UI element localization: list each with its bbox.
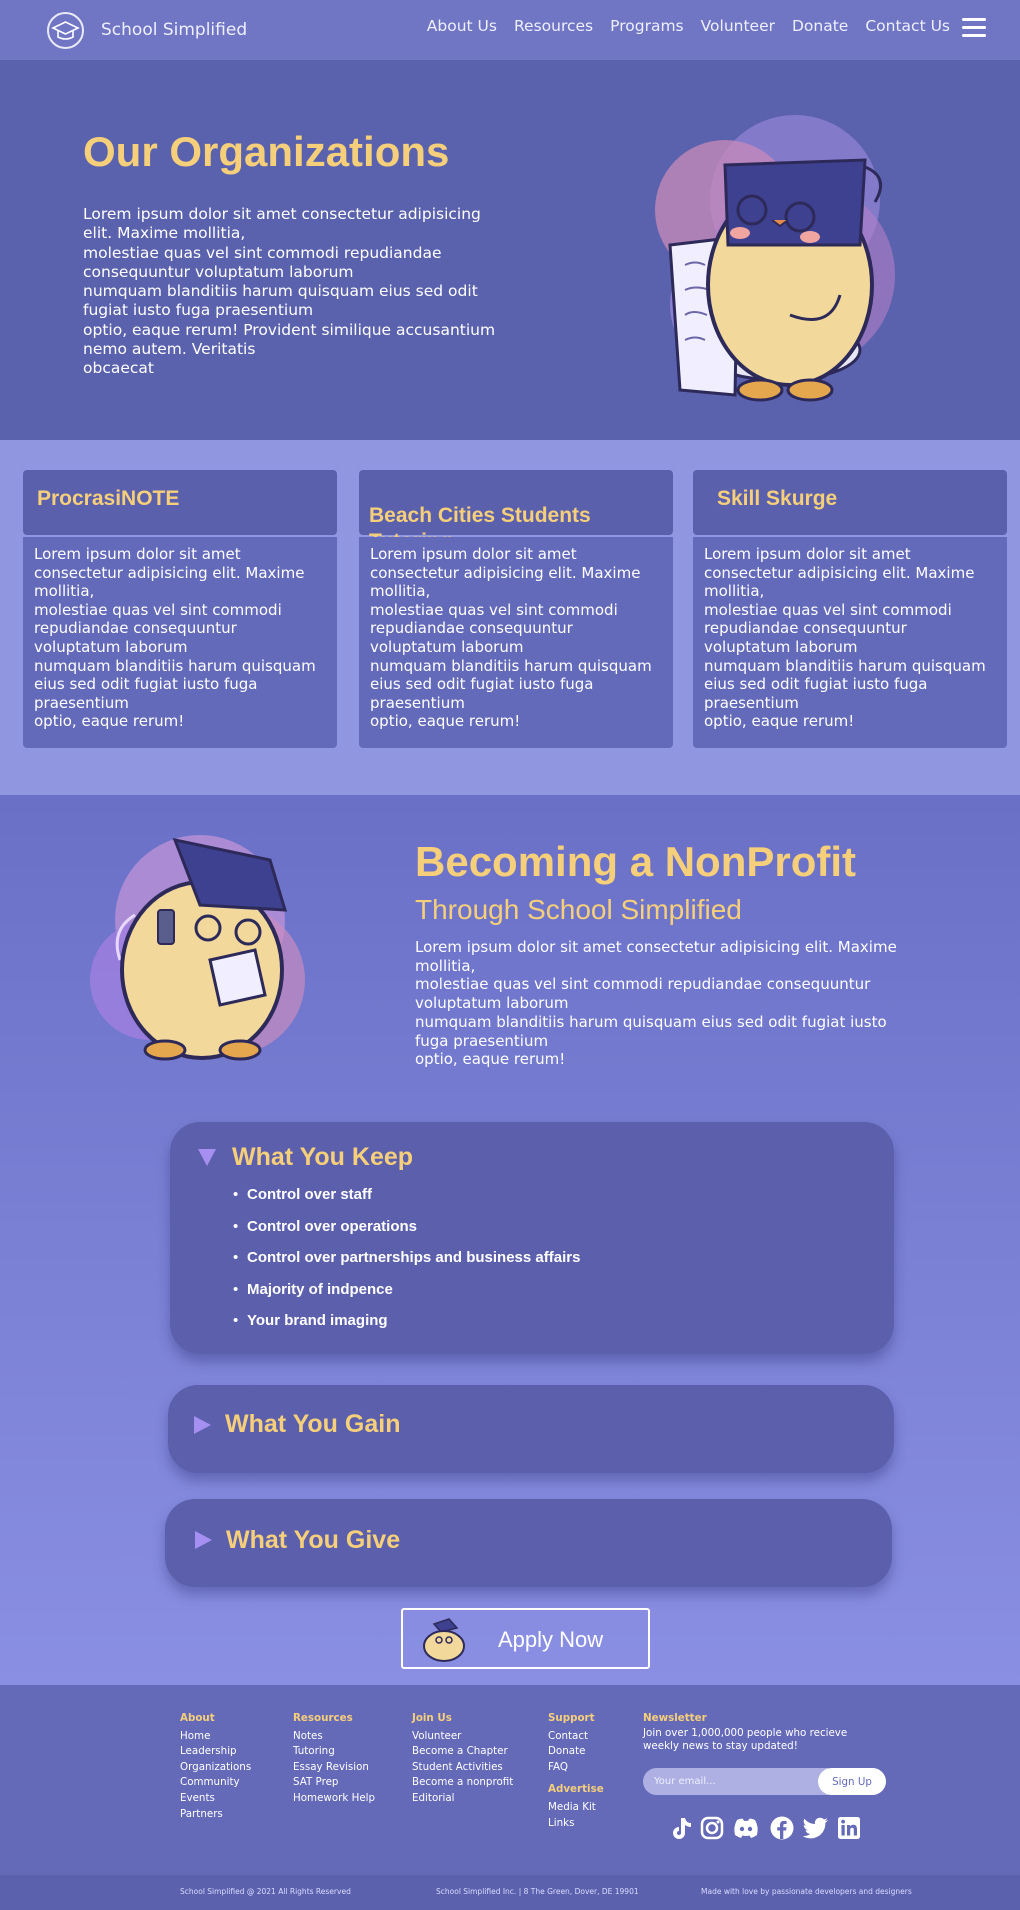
list-item: Control over operations xyxy=(233,1218,580,1250)
newsletter-email-input[interactable] xyxy=(643,1768,828,1795)
footer-link-community[interactable]: Community xyxy=(180,1775,251,1791)
footer-link-become-a-nonprofit[interactable]: Become a nonprofit xyxy=(412,1775,513,1791)
copyright-text: School Simplified @ 2021 All Rights Rese… xyxy=(180,1887,351,1896)
triangle-right-icon[interactable] xyxy=(194,1416,211,1434)
footer-col-newsletter: Newsletter xyxy=(643,1711,707,1729)
nav-link-programs[interactable]: Programs xyxy=(610,17,683,35)
footer-heading: About xyxy=(180,1712,215,1724)
footer-link-volunteer[interactable]: Volunteer xyxy=(412,1729,513,1745)
footer-heading: Advertise xyxy=(548,1783,604,1796)
footer-bottom-bar: School Simplified @ 2021 All Rights Rese… xyxy=(0,1875,1020,1910)
linkedin-icon[interactable] xyxy=(836,1815,862,1841)
accordion-title-gain[interactable]: What You Gain xyxy=(225,1410,400,1439)
footer-link-contact[interactable]: Contact xyxy=(548,1729,604,1745)
nav-link-contact-us[interactable]: Contact Us xyxy=(865,17,950,35)
footer-link-leadership[interactable]: Leadership xyxy=(180,1744,251,1760)
brand-name[interactable]: School Simplified xyxy=(101,20,247,40)
footer-link-essay-revision[interactable]: Essay Revision xyxy=(293,1760,375,1776)
nav-links: About Us Resources Programs Volunteer Do… xyxy=(427,17,950,35)
instagram-icon[interactable] xyxy=(699,1815,725,1841)
footer-col-about: About Home Leadership Organizations Comm… xyxy=(180,1711,251,1822)
discord-icon[interactable] xyxy=(731,1815,761,1841)
keep-list: Control over staff Control over operatio… xyxy=(233,1186,580,1344)
graduation-cap-logo-icon[interactable] xyxy=(47,12,84,49)
footer-link-home[interactable]: Home xyxy=(180,1729,251,1745)
triangle-right-icon[interactable] xyxy=(195,1531,212,1549)
top-navbar: School Simplified About Us Resources Pro… xyxy=(0,0,1020,60)
nonprofit-title: Becoming a NonProfit xyxy=(415,838,857,885)
footer-col-support: Support Contact Donate FAQ Advertise Med… xyxy=(548,1711,604,1831)
hero-description: Lorem ipsum dolor sit amet consectetur a… xyxy=(83,205,496,378)
mascot-scroll-illustration xyxy=(655,115,895,402)
twitter-icon[interactable] xyxy=(802,1815,830,1841)
credits-text: Made with love by passionate developers … xyxy=(701,1887,912,1896)
org-card-body: Lorem ipsum dolor sit amet consectetur a… xyxy=(359,537,673,748)
footer-link-partners[interactable]: Partners xyxy=(180,1807,251,1823)
newsletter-signup-button[interactable]: Sign Up xyxy=(818,1768,886,1795)
org-card-body: Lorem ipsum dolor sit amet consectetur a… xyxy=(23,537,337,748)
apply-now-button[interactable]: Apply Now xyxy=(401,1608,650,1669)
org-card-body: Lorem ipsum dolor sit amet consectetur a… xyxy=(693,537,1007,748)
footer-link-events[interactable]: Events xyxy=(180,1791,251,1807)
list-item: Control over partnerships and business a… xyxy=(233,1249,580,1281)
nav-link-volunteer[interactable]: Volunteer xyxy=(701,17,775,35)
tiktok-icon[interactable] xyxy=(667,1815,693,1841)
footer-heading: Support xyxy=(548,1712,595,1724)
org-card-title[interactable]: ProcrasiNOTE xyxy=(37,487,179,510)
footer-col-join-us: Join Us Volunteer Become a Chapter Stude… xyxy=(412,1711,513,1807)
facebook-icon[interactable] xyxy=(769,1815,795,1841)
footer-heading: Join Us xyxy=(412,1712,452,1724)
footer-link-links[interactable]: Links xyxy=(548,1816,604,1832)
org-card-header: Skill Skurge xyxy=(693,470,1007,535)
newsletter-description: Join over 1,000,000 people who recieve w… xyxy=(643,1727,848,1752)
hamburger-menu-icon[interactable] xyxy=(962,18,986,38)
org-card-header: ProcrasiNOTE xyxy=(23,470,337,535)
org-card-header: Beach Cities Students Tutoring xyxy=(359,470,673,553)
nav-link-about-us[interactable]: About Us xyxy=(427,17,497,35)
accordion-title-give[interactable]: What You Give xyxy=(226,1526,400,1555)
footer-link-faq[interactable]: FAQ xyxy=(548,1760,604,1776)
hero-title: Our Organizations xyxy=(83,128,450,175)
footer-link-become-a-chapter[interactable]: Become a Chapter xyxy=(412,1744,513,1760)
triangle-down-icon[interactable] xyxy=(198,1149,216,1166)
footer-link-editorial[interactable]: Editorial xyxy=(412,1791,513,1807)
footer-link-organizations[interactable]: Organizations xyxy=(180,1760,251,1776)
footer-heading: Resources xyxy=(293,1712,353,1724)
footer-link-donate[interactable]: Donate xyxy=(548,1744,604,1760)
mascot-icon xyxy=(423,1618,465,1662)
footer-link-tutoring[interactable]: Tutoring xyxy=(293,1744,375,1760)
list-item: Your brand imaging xyxy=(233,1312,580,1344)
list-item: Control over staff xyxy=(233,1186,580,1218)
footer-link-notes[interactable]: Notes xyxy=(293,1729,375,1745)
footer-link-homework-help[interactable]: Homework Help xyxy=(293,1791,375,1807)
footer-heading: Newsletter xyxy=(643,1712,707,1724)
nav-link-resources[interactable]: Resources xyxy=(514,17,593,35)
apply-now-label: Apply Now xyxy=(498,1627,604,1652)
mascot-phone-illustration xyxy=(90,835,305,1061)
footer-link-media-kit[interactable]: Media Kit xyxy=(548,1800,604,1816)
footer-link-sat-prep[interactable]: SAT Prep xyxy=(293,1775,375,1791)
list-item: Majority of indpence xyxy=(233,1281,580,1313)
nonprofit-subtitle: Through School Simplified xyxy=(415,894,742,925)
nonprofit-description: Lorem ipsum dolor sit amet consectetur a… xyxy=(415,938,897,1069)
address-text: School Simplified Inc. | 8 The Green, Do… xyxy=(436,1887,639,1896)
footer-col-resources: Resources Notes Tutoring Essay Revision … xyxy=(293,1711,375,1807)
accordion-title-keep[interactable]: What You Keep xyxy=(232,1143,413,1172)
org-card-title[interactable]: Skill Skurge xyxy=(717,487,837,510)
footer-link-student-activities[interactable]: Student Activities xyxy=(412,1760,513,1776)
nav-link-donate[interactable]: Donate xyxy=(792,17,848,35)
